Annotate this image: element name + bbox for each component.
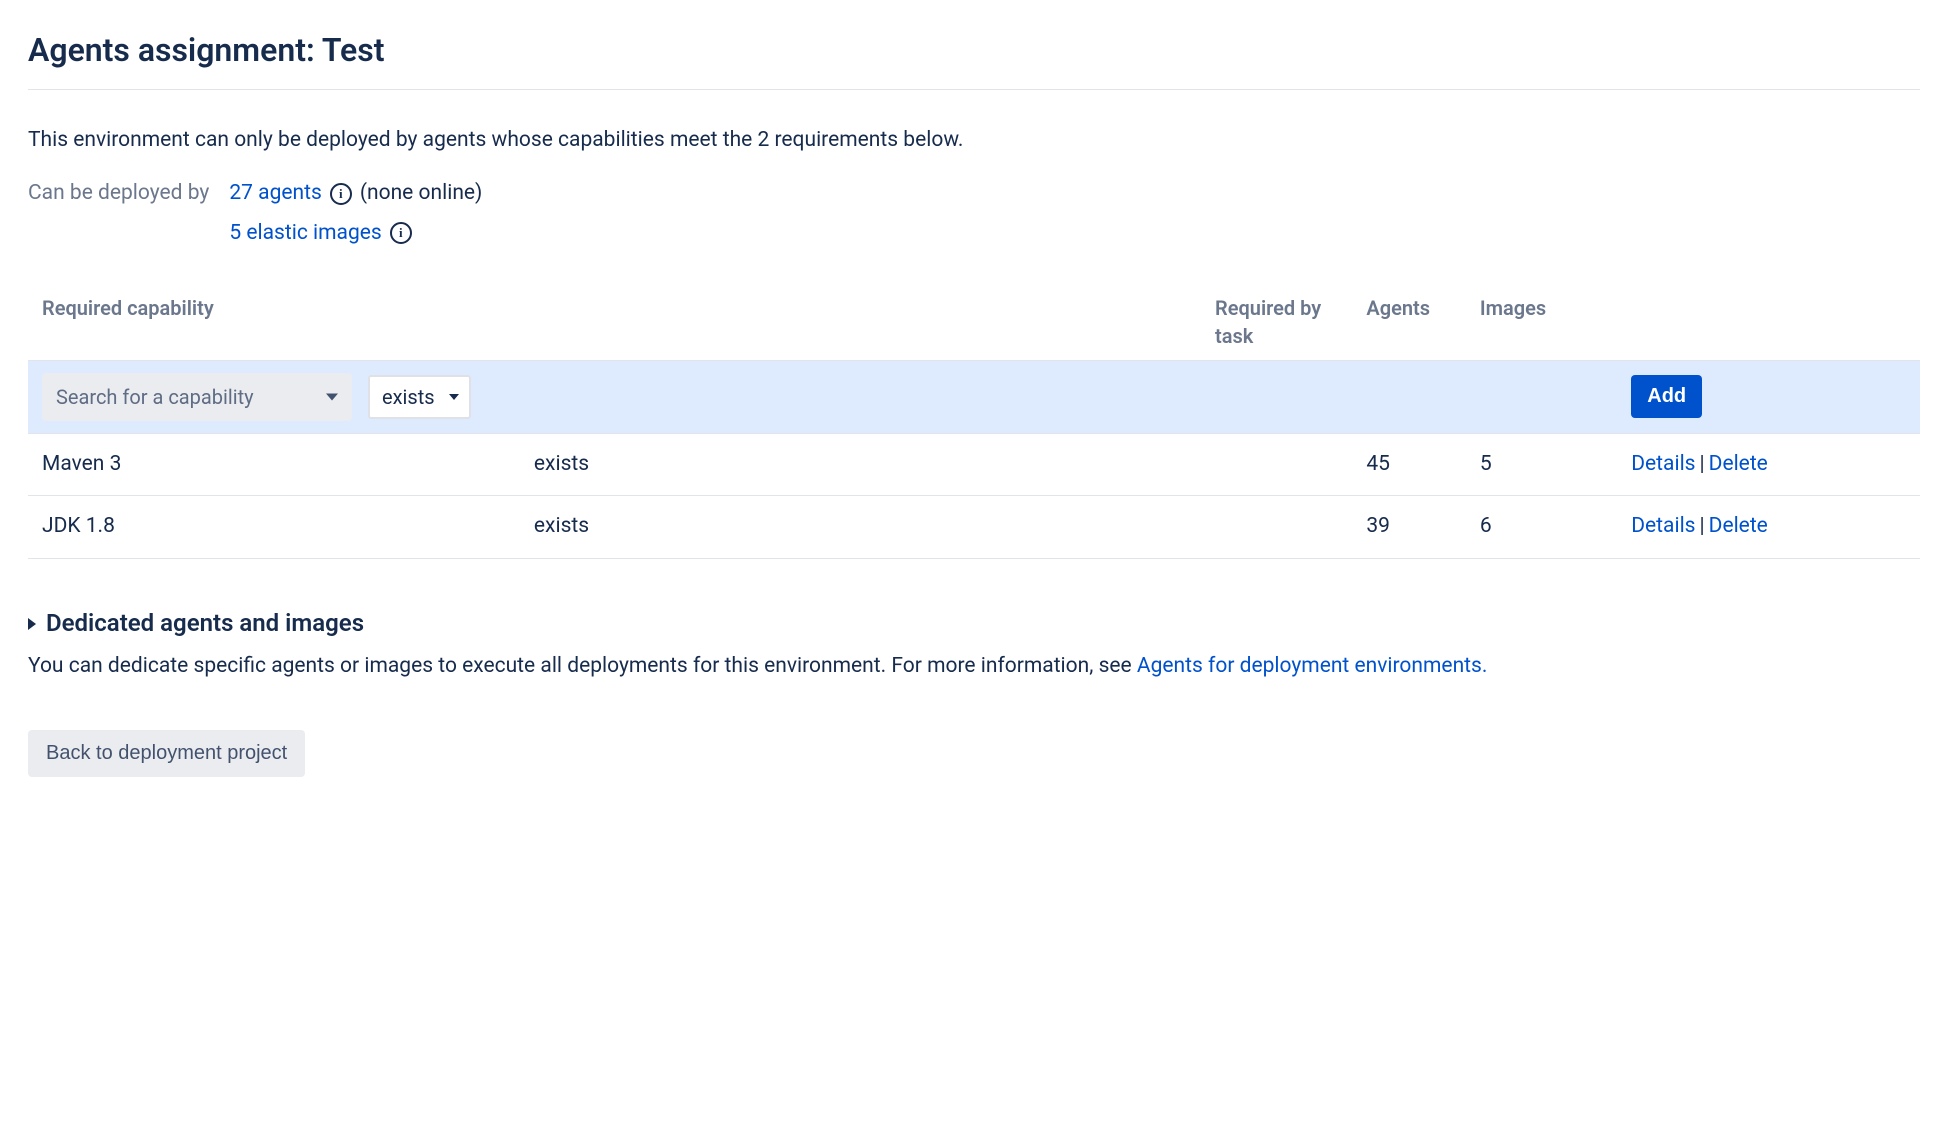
capability-search-placeholder: Search for a capability (56, 383, 254, 411)
col-required-by-task: Required by task (1201, 284, 1352, 361)
chevron-right-icon (28, 618, 36, 630)
info-icon[interactable]: i (330, 183, 352, 205)
col-images: Images (1466, 284, 1617, 361)
table-row: JDK 1.8 exists 39 6 Details|Delete (28, 496, 1920, 558)
deploy-label: Can be deployed by (28, 179, 209, 208)
col-actions (1617, 284, 1920, 361)
agents-help-link[interactable]: Agents for deployment environments. (1137, 654, 1488, 678)
capability-required-by-task (1201, 496, 1352, 558)
divider (28, 89, 1920, 90)
filter-row: Search for a capability exists Add (28, 360, 1920, 433)
dedicated-agents-section: Dedicated agents and images You can dedi… (28, 607, 1920, 682)
table-header-row: Required capability Required by task Age… (28, 284, 1920, 361)
capability-images-count: 5 (1466, 433, 1617, 495)
agents-count-link[interactable]: 27 agents (229, 179, 321, 208)
capabilities-table-wrap: Required capability Required by task Age… (28, 284, 1920, 559)
chevron-down-icon (326, 393, 338, 400)
capability-required-by-task (1201, 433, 1352, 495)
back-to-project-button[interactable]: Back to deployment project (28, 730, 305, 777)
capability-actions: Details|Delete (1617, 496, 1920, 558)
dedicated-agents-description: You can dedicate specific agents or imag… (28, 652, 1920, 681)
capability-agents-count: 39 (1352, 496, 1466, 558)
chevron-down-icon (449, 394, 459, 400)
capability-images-count: 6 (1466, 496, 1617, 558)
details-link[interactable]: Details (1631, 514, 1695, 538)
deploy-links: 27 agents i (none online) 5 elastic imag… (229, 179, 482, 248)
environment-description: This environment can only be deployed by… (28, 98, 1920, 179)
capability-agents-count: 45 (1352, 433, 1466, 495)
add-capability-button[interactable]: Add (1631, 375, 1702, 418)
capability-search-dropdown[interactable]: Search for a capability (42, 373, 352, 421)
condition-select[interactable]: exists (368, 375, 471, 419)
capability-actions: Details|Delete (1617, 433, 1920, 495)
dedicated-agents-title: Dedicated agents and images (46, 607, 364, 641)
capability-condition: exists (520, 433, 1201, 495)
info-icon[interactable]: i (390, 222, 412, 244)
capability-condition: exists (520, 496, 1201, 558)
page-title: Agents assignment: Test (28, 28, 1920, 89)
col-agents: Agents (1352, 284, 1466, 361)
condition-select-value: exists (382, 383, 435, 411)
agents-online-status: (none online) (360, 179, 483, 208)
dedicated-text-prefix: You can dedicate specific agents or imag… (28, 654, 1137, 678)
elastic-images-row: 5 elastic images i (229, 219, 482, 248)
agents-summary-row: 27 agents i (none online) (229, 179, 482, 208)
capability-name: JDK 1.8 (28, 496, 520, 558)
col-condition (520, 284, 1201, 361)
delete-link[interactable]: Delete (1709, 452, 1768, 476)
deploy-info: Can be deployed by 27 agents i (none onl… (28, 179, 1920, 248)
table-row: Maven 3 exists 45 5 Details|Delete (28, 433, 1920, 495)
capability-name: Maven 3 (28, 433, 520, 495)
dedicated-agents-toggle[interactable]: Dedicated agents and images (28, 607, 1920, 641)
details-link[interactable]: Details (1631, 452, 1695, 476)
elastic-images-link[interactable]: 5 elastic images (229, 219, 381, 248)
capabilities-table: Required capability Required by task Age… (28, 284, 1920, 559)
col-capability: Required capability (28, 284, 520, 361)
delete-link[interactable]: Delete (1709, 514, 1768, 538)
